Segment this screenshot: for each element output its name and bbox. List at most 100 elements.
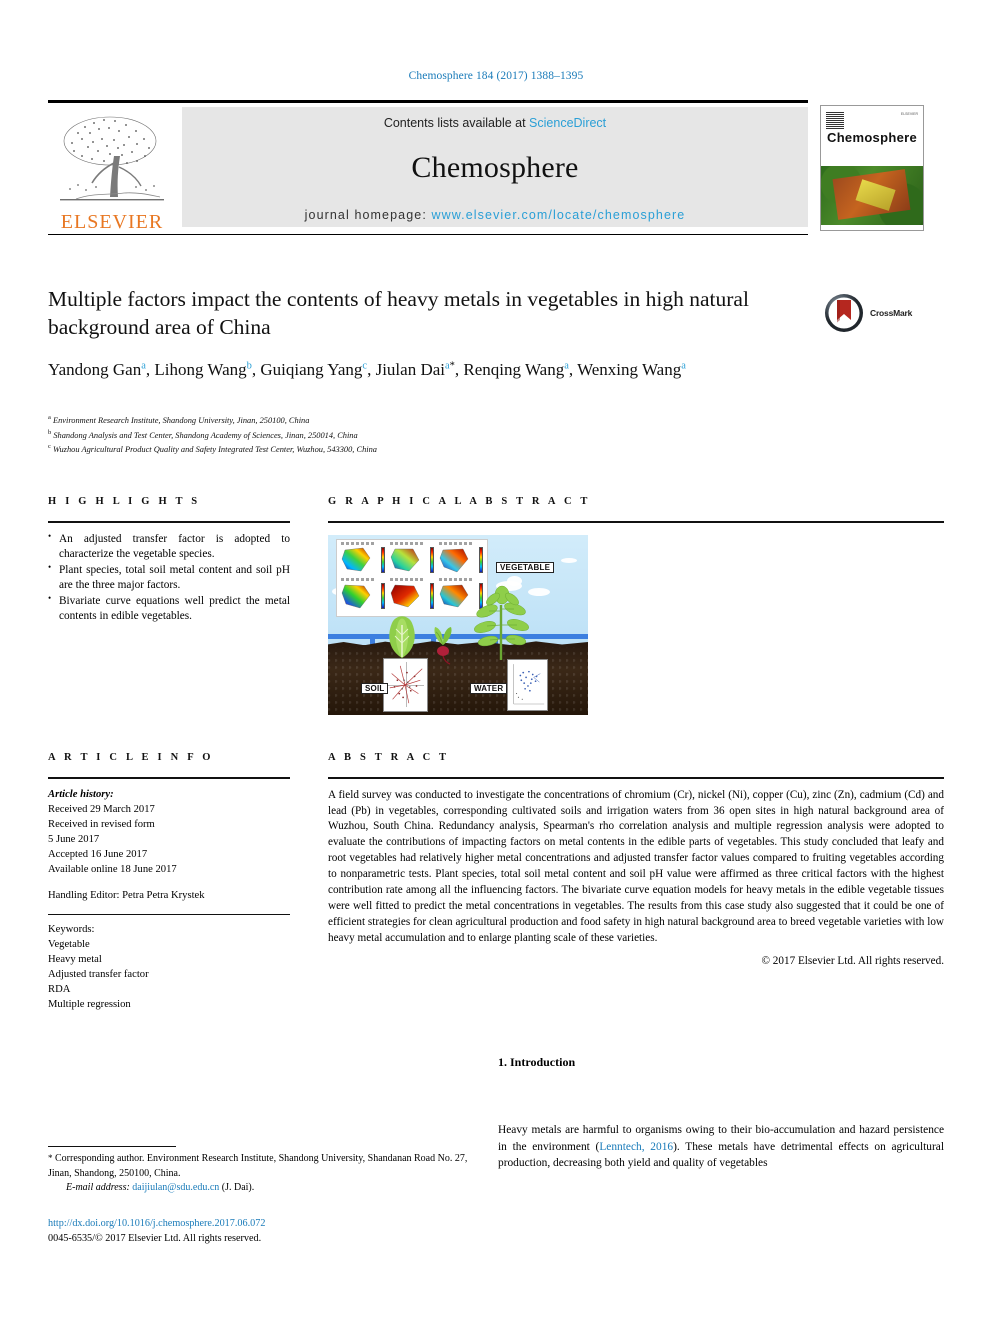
page-title: Multiple factors impact the contents of …: [48, 287, 749, 339]
ga-colorbar: [430, 583, 434, 610]
keywords-label: Keywords:: [48, 923, 95, 935]
crossmark-badge[interactable]: CrossMark: [824, 290, 936, 336]
abstract-heading: A B S T R A C T: [328, 752, 450, 763]
elsevier-logo: ELSEVIER: [48, 106, 176, 232]
contents-prefix: Contents lists available at: [383, 116, 530, 130]
email-label: E-mail address:: [66, 1182, 130, 1193]
ga-mini-plot: [339, 578, 387, 614]
author-sep: ,: [568, 360, 578, 379]
history-item: Available online 18 June 2017: [48, 863, 177, 875]
keyword-item: Multiple regression: [48, 998, 131, 1010]
author-name: Yandong Gan: [48, 360, 142, 379]
ga-colorbar: [381, 583, 385, 610]
article-info-rule: [48, 777, 290, 779]
email-link[interactable]: daijiulan@sdu.edu.cn: [132, 1182, 219, 1193]
introduction-paragraph: Heavy metals are harmful to organisms ow…: [498, 1122, 944, 1172]
article-history-label: Article history:: [48, 788, 114, 800]
affiliation-list: a Environment Research Institute, Shando…: [48, 413, 808, 457]
ga-mini-plot-surface: [341, 547, 371, 571]
keyword-item: RDA: [48, 983, 71, 995]
author-name: Guiqiang Yang: [260, 360, 363, 379]
graphical-abstract-heading: G R A P H I C A L A B S T R A C T: [328, 496, 591, 507]
author-name: Wenxing Wang: [577, 360, 682, 379]
homepage-url[interactable]: www.elsevier.com/locate/chemosphere: [431, 208, 685, 222]
ga-mini-plot-surface: [439, 548, 469, 572]
running-head: Chemosphere 184 (2017) 1388–1395: [408, 70, 584, 82]
cover-journal-name: Chemosphere: [827, 130, 917, 145]
keyword-item: Adjusted transfer factor: [48, 968, 149, 980]
highlights-list: An adjusted transfer factor is adopted t…: [48, 531, 290, 624]
affiliation-item: c Wuzhou Agricultural Product Quality an…: [48, 442, 808, 457]
doi-link[interactable]: http://dx.doi.org/10.1016/j.chemosphere.…: [48, 1216, 488, 1231]
affiliation-mark: b: [48, 428, 52, 436]
abstract-text: A field survey was conducted to investig…: [328, 788, 944, 944]
ga-mini-plot-surface: [390, 584, 420, 608]
keyword-item: Heavy metal: [48, 953, 102, 965]
abstract-section: A B S T R A C T A field survey was condu…: [328, 752, 944, 967]
highlights-section: H I G H L I G H T S An adjusted transfer…: [48, 496, 290, 625]
elsevier-wordmark: ELSEVIER: [60, 211, 164, 233]
affiliation-item: b Shandong Analysis and Test Center, Sha…: [48, 428, 808, 443]
elsevier-tree-icon: [60, 116, 164, 201]
ga-colorbar: [381, 546, 385, 573]
fruiting-vegetable-icon: [474, 585, 529, 660]
ga-mini-plot-title: [341, 541, 375, 545]
ga-mini-plot-title: [439, 578, 473, 582]
header-bottom-rule: [48, 234, 808, 235]
root-vegetable-icon: [434, 626, 452, 665]
author-name: Lihong Wang: [154, 360, 247, 379]
ga-mini-plot: [388, 578, 436, 614]
ga-mini-plot-title: [390, 541, 424, 545]
soil-rda-biplot: [389, 665, 423, 703]
affiliation-item: a Environment Research Institute, Shando…: [48, 413, 808, 428]
handling-editor: Handling Editor: Petra Petra Krystek: [48, 889, 205, 901]
cover-artwork: [821, 166, 923, 225]
ga-mini-plot: [388, 541, 436, 578]
email-line: E-mail address: daijiulan@sdu.edu.cn (J.…: [48, 1181, 488, 1196]
ga-colorbar: [430, 546, 434, 573]
list-item: Plant species, total soil metal content …: [48, 562, 290, 593]
doi-block: http://dx.doi.org/10.1016/j.chemosphere.…: [48, 1216, 488, 1247]
journal-cover-thumbnail: ELSEVIER Chemosphere: [820, 105, 924, 231]
ga-mini-plot-surface: [341, 584, 371, 609]
email-suffix: (J. Dai).: [221, 1182, 255, 1193]
ga-label-water: WATER: [470, 682, 508, 694]
affiliation-mark: a: [48, 414, 51, 421]
ga-label-vegetable: VEGETABLE: [496, 561, 555, 573]
article-history: Article history: Received 29 March 2017 …: [48, 787, 290, 903]
corresponding-author-footnote: * Corresponding author. Environment Rese…: [48, 1152, 488, 1196]
author-name: Jiulan Dai: [375, 360, 445, 379]
graphical-abstract-figure: VEGETABLE SOIL WATER: [328, 534, 588, 715]
article-info-section: A R T I C L E I N F O Article history: R…: [48, 752, 290, 1012]
cover-bottom: [821, 225, 923, 230]
homepage-prefix: journal homepage:: [304, 208, 432, 222]
affiliation-text: Wuzhou Agricultural Product Quality and …: [52, 444, 377, 454]
highlights-rule: [48, 521, 290, 523]
cover-corner-tag: ELSEVIER: [900, 112, 918, 116]
author-sep: ,: [367, 360, 376, 379]
article-info-heading: A R T I C L E I N F O: [48, 752, 214, 763]
ga-colorbar: [479, 546, 483, 573]
footnote-text: Corresponding author. Environment Resear…: [48, 1153, 468, 1179]
crossmark-icon: [825, 294, 863, 332]
ga-mini-plot-title: [341, 578, 375, 582]
history-item: Received 29 March 2017: [48, 803, 155, 815]
citation-link[interactable]: Lenntech, 2016: [599, 1141, 673, 1153]
ga-mini-plot-title: [390, 578, 424, 582]
journal-banner: Contents lists available at ScienceDirec…: [182, 107, 808, 227]
ga-mini-plot: [339, 541, 387, 578]
history-item: 5 June 2017: [48, 833, 100, 845]
graphical-abstract-rule: [328, 521, 944, 523]
abstract-rule: [328, 777, 944, 779]
cover-barcode-icon: [826, 111, 844, 129]
ga-mini-plot-surface: [439, 584, 469, 608]
affiliation-text: Shandong Analysis and Test Center, Shand…: [53, 430, 358, 440]
ga-mini-plot-title: [439, 541, 473, 545]
journal-header: ELSEVIER Contents lists available at Sci…: [48, 100, 944, 235]
sciencedirect-link[interactable]: ScienceDirect: [529, 116, 606, 130]
journal-title: Chemosphere: [411, 151, 579, 184]
introduction-heading: 1. Introduction: [498, 1055, 576, 1069]
water-inset-chart: [507, 658, 548, 711]
ga-mini-plot: [437, 541, 485, 578]
